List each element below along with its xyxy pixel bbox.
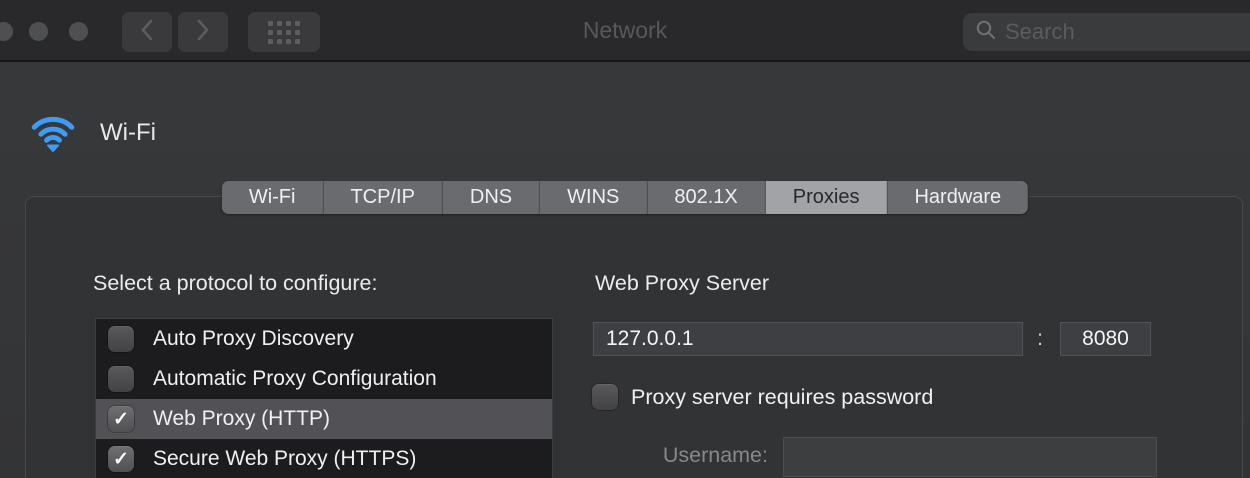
show-all-button[interactable] <box>248 12 320 52</box>
proxy-port-input[interactable] <box>1060 322 1151 356</box>
chevron-right-icon <box>194 18 212 47</box>
forward-button[interactable] <box>178 12 228 52</box>
checkbox-checked[interactable]: ✓ <box>108 446 134 472</box>
protocol-label: Auto Proxy Discovery <box>153 327 354 351</box>
host-port-separator: : <box>1029 322 1051 356</box>
network-preferences-window: Network <box>0 0 1250 478</box>
protocol-label: Automatic Proxy Configuration <box>153 367 437 391</box>
protocol-row-secure-web-proxy-https[interactable]: ✓ Secure Web Proxy (HTTPS) <box>96 439 552 478</box>
proxy-host-input[interactable] <box>593 322 1023 356</box>
checkbox-unchecked[interactable] <box>108 326 134 352</box>
search-icon <box>975 19 997 46</box>
password-required-checkbox[interactable] <box>592 384 618 410</box>
chevron-left-icon <box>138 18 156 47</box>
protocol-row-web-proxy-http[interactable]: ✓ Web Proxy (HTTP) <box>96 399 552 439</box>
password-required-label: Proxy server requires password <box>631 385 933 410</box>
protocol-label: Secure Web Proxy (HTTPS) <box>153 447 416 471</box>
tab-bar: Wi-Fi TCP/IP DNS WINS 802.1X Proxies Har… <box>222 181 1028 214</box>
username-label: Username: <box>640 443 768 468</box>
tab-hardware[interactable]: Hardware <box>887 181 1028 214</box>
tab-dns[interactable]: DNS <box>443 181 540 214</box>
protocol-label: Web Proxy (HTTP) <box>153 407 330 431</box>
connection-name: Wi-Fi <box>100 119 156 147</box>
tab-wifi[interactable]: Wi-Fi <box>222 181 324 214</box>
titlebar: Network <box>0 0 1250 62</box>
search-field[interactable] <box>963 13 1250 51</box>
proxy-server-heading: Web Proxy Server <box>595 271 769 296</box>
checkbox-checked[interactable]: ✓ <box>108 406 134 432</box>
tab-proxies[interactable]: Proxies <box>766 181 888 214</box>
search-input[interactable] <box>1005 19 1250 45</box>
back-button[interactable] <box>122 12 172 52</box>
check-icon: ✓ <box>113 408 129 431</box>
protocol-row-auto-proxy-discovery[interactable]: Auto Proxy Discovery <box>96 319 552 359</box>
tab-8021x[interactable]: 802.1X <box>647 181 765 214</box>
grid-icon <box>268 21 300 44</box>
protocol-row-automatic-proxy-configuration[interactable]: Automatic Proxy Configuration <box>96 359 552 399</box>
wifi-icon <box>22 96 84 159</box>
checkbox-unchecked[interactable] <box>108 366 134 392</box>
check-icon: ✓ <box>113 448 129 471</box>
protocol-list-heading: Select a protocol to configure: <box>93 271 377 296</box>
tab-wins[interactable]: WINS <box>540 181 647 214</box>
protocol-list: Auto Proxy Discovery Automatic Proxy Con… <box>95 318 553 478</box>
username-input[interactable] <box>783 437 1157 477</box>
tab-tcpip[interactable]: TCP/IP <box>323 181 442 214</box>
